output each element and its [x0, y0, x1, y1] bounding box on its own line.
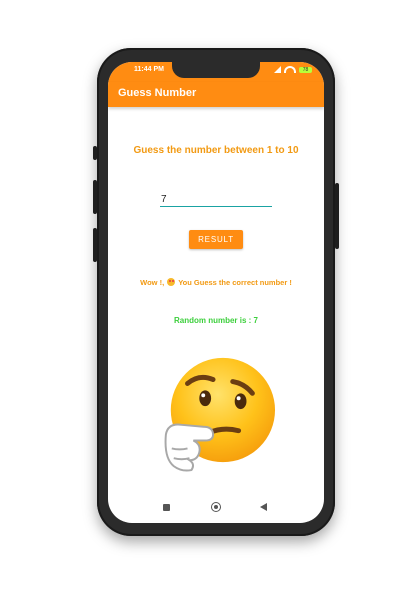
guess-prompt: Guess the number between 1 to 10	[133, 145, 299, 156]
result-prefix: Wow !,	[140, 278, 165, 287]
camera-notch	[172, 62, 260, 78]
result-message: Wow !, You Guess the correct number !	[108, 278, 324, 287]
guess-input[interactable]	[160, 192, 272, 207]
side-button-left-2	[93, 228, 97, 262]
status-icons: 78	[274, 66, 312, 73]
thinking-face-emoji-icon	[164, 357, 276, 472]
recent-apps-icon[interactable]	[163, 504, 170, 511]
phone-screen: 11:44 PM 78 Guess Number Guess the numbe…	[108, 62, 324, 523]
side-button-right	[335, 183, 339, 249]
signal-icon	[274, 66, 281, 73]
power-button-left	[93, 180, 97, 214]
back-icon[interactable]	[260, 503, 267, 511]
wifi-icon	[284, 66, 296, 73]
volume-button-left	[93, 146, 97, 160]
result-button[interactable]: RESULT	[189, 230, 243, 249]
home-icon[interactable]	[211, 502, 221, 512]
random-number-text: Random number is : 7	[173, 316, 258, 325]
system-nav-bar	[108, 500, 324, 516]
battery-icon: 78	[299, 66, 312, 73]
app-bar: Guess Number	[108, 82, 324, 107]
heart-eyes-emoji-icon	[167, 278, 176, 286]
app-title: Guess Number	[118, 87, 197, 99]
phone-frame: 11:44 PM 78 Guess Number Guess the numbe…	[93, 48, 339, 536]
result-suffix: You Guess the correct number !	[178, 278, 292, 287]
status-time: 11:44 PM	[134, 66, 164, 73]
